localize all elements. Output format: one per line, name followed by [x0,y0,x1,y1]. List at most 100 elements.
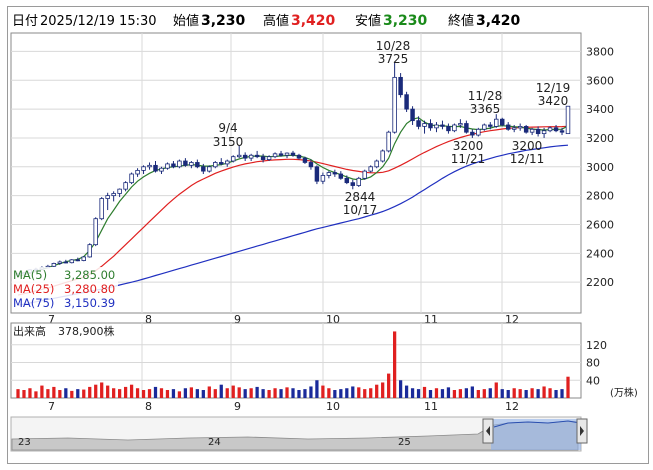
volume-unit: (万株) [610,386,638,399]
volume-label: 出来高 [13,324,46,338]
volume-bar [315,380,319,398]
volume-bar [16,389,20,398]
price-tick-label: 3800 [586,45,614,58]
navigator-label-23: 23 [18,437,31,448]
volume-bar [291,388,295,398]
candle-body [482,124,487,130]
volume-bar [554,390,558,398]
volume-bar [345,388,349,398]
month-label: 12 [505,313,519,326]
annotation-12-11-date: 12/11 [510,152,545,166]
volume-bar [64,388,68,398]
high-value: 3,420 [291,13,336,29]
volume-bar [112,388,116,398]
volume-bar [285,387,289,398]
volume-y-axis: 120 80 40 [586,339,607,388]
candle-body [81,256,86,261]
candle-body [517,126,523,129]
candle-body [446,126,451,132]
annotation-12-19-date: 12/19 [536,81,571,95]
volume-bar [118,389,122,398]
candle-body [464,123,469,133]
volume-bar [375,384,379,398]
volume-bar [183,388,188,398]
volume-bar [428,390,433,398]
volume-bar [165,390,170,398]
candle-body [57,261,63,264]
volume-bar [177,391,182,398]
volume-bar [446,387,451,398]
volume-bar [309,386,313,398]
month-label: 9 [234,400,241,413]
volume-bar [482,389,486,398]
volume-bar [530,388,534,398]
candle-body [135,169,140,175]
volume-bar [249,388,253,398]
annotation-12-11-value: 3200 [512,139,543,153]
ma5-line [17,117,569,277]
volume-bars [16,331,570,398]
volume-bar [34,391,38,398]
candle-body [236,154,242,158]
candle-body [392,76,397,133]
volume-bar [398,380,403,398]
candle-body [51,263,57,267]
volume-tick-label: 80 [586,357,600,370]
high-label: 高値 [263,13,289,29]
annotation-10-17-date: 10/17 [343,203,378,217]
volume-bar [273,388,277,398]
candle-body [117,188,122,194]
candle-body [440,124,445,127]
volume-bar [524,390,528,398]
volume-bar [476,390,480,398]
month-label: 10 [326,400,340,413]
volume-bar [100,382,104,398]
candle-body [69,259,75,264]
volume-bar [243,389,247,398]
price-y-axis: 3800 3600 3400 3200 3000 2800 2600 2400 2200 [586,45,614,289]
month-label: 8 [145,313,152,326]
month-label: 8 [145,400,152,413]
volume-bar [500,389,504,398]
candle-body [452,124,457,132]
low-value: 3,230 [383,13,428,29]
candle-body [290,152,296,156]
volume-bar [70,390,74,398]
candle-body [272,153,278,158]
volume-bar [440,389,445,398]
candle-body [422,123,427,127]
candle-body [242,154,248,159]
candle-body [230,156,236,162]
volume-bar [171,389,176,398]
annotation-11-21-value: 3200 [453,139,484,153]
volume-bar [458,389,463,398]
candle-body [171,163,176,168]
candle-body [248,154,254,159]
volume-bar [393,331,397,398]
candle-body [320,175,326,182]
volume-bar [297,390,301,398]
candle-body [266,156,272,160]
candle-body [159,167,164,172]
ma75-label: MA(75) [13,296,54,310]
candle-body [302,157,308,163]
volume-bar [40,385,44,398]
volume-bar [94,384,98,398]
volume-bar [327,388,331,398]
candle-body [374,160,379,168]
volume-bar [135,388,140,398]
candle-body [195,162,200,168]
price-x-axis: 7 8 9 10 11 12 [48,313,519,326]
volume-bar [404,385,409,398]
datetime-value: 2025/12/19 15:30 [40,14,157,29]
candle-body [344,177,350,184]
candle-body [416,120,421,127]
volume-bar [201,390,205,398]
volume-bar [452,390,457,398]
candle-body [380,150,385,162]
candle-body [362,170,367,179]
range-navigator[interactable]: 23 24 25 [10,416,588,452]
volume-bar [237,387,241,398]
candle-body [559,130,565,133]
candle-body [75,259,81,262]
